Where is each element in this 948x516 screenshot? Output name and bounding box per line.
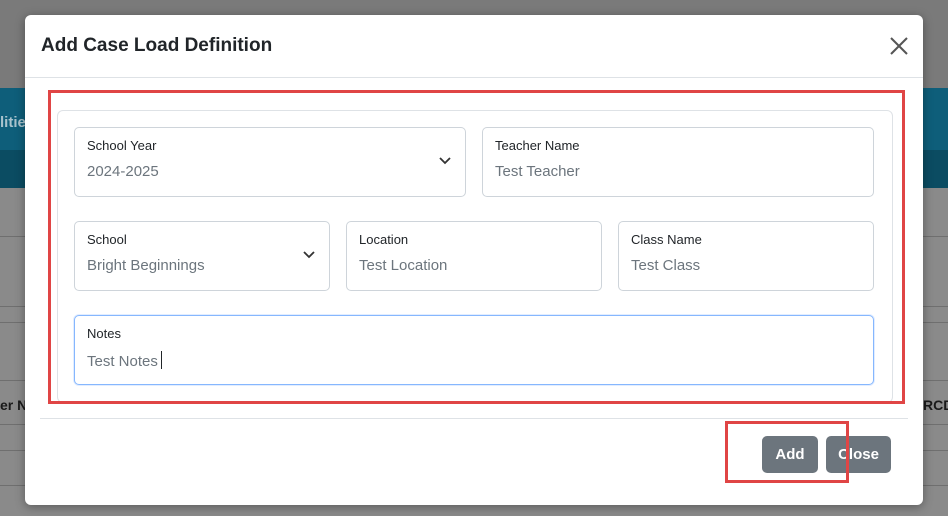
school-year-select[interactable]: School Year 2024-2025 (74, 127, 466, 197)
background-column-header-left: er N (0, 397, 28, 413)
background-column-header-right: RCDT (923, 397, 948, 413)
text-caret (160, 351, 162, 369)
background-header-fragment: litie (0, 114, 26, 131)
location-field[interactable]: Location Test Location (346, 221, 602, 291)
location-value: Test Location (359, 257, 448, 274)
header-divider (25, 77, 923, 78)
add-button[interactable]: Add (762, 436, 818, 473)
school-value: Bright Beginnings (87, 257, 205, 274)
close-icon[interactable] (888, 35, 910, 57)
notes-value: Test Notes (87, 353, 158, 370)
school-select[interactable]: School Bright Beginnings (74, 221, 330, 291)
school-year-value: 2024-2025 (87, 163, 159, 180)
add-case-load-modal: Add Case Load Definition School Year 202… (25, 15, 923, 505)
class-name-label: Class Name (631, 232, 702, 247)
modal-title: Add Case Load Definition (41, 35, 273, 56)
notes-value-wrap: Test Notes (87, 351, 162, 370)
notes-field[interactable]: Notes Test Notes (74, 315, 874, 385)
chevron-down-icon (303, 251, 315, 259)
school-label: School (87, 232, 127, 247)
footer-divider (40, 418, 908, 419)
teacher-name-field[interactable]: Teacher Name Test Teacher (482, 127, 874, 197)
teacher-name-value: Test Teacher (495, 163, 580, 180)
teacher-name-label: Teacher Name (495, 138, 580, 153)
class-name-field[interactable]: Class Name Test Class (618, 221, 874, 291)
chevron-down-icon (439, 157, 451, 165)
location-label: Location (359, 232, 409, 247)
close-button[interactable]: Close (826, 436, 891, 473)
notes-label: Notes (87, 326, 121, 341)
school-year-label: School Year (87, 138, 157, 153)
form-card: School Year 2024-2025 Teacher Name Test … (57, 110, 893, 403)
class-name-value: Test Class (631, 257, 701, 274)
